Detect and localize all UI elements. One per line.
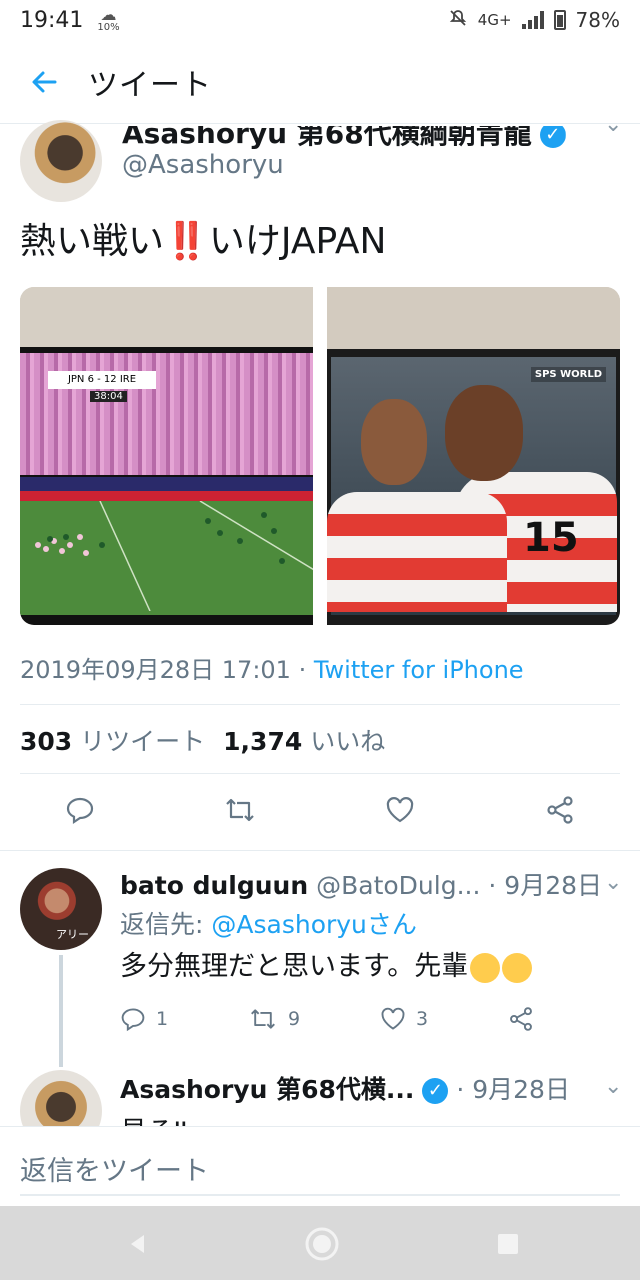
reply-icon	[66, 797, 94, 825]
double-exclamation-icon: ‼️	[164, 221, 209, 262]
like-button[interactable]	[380, 790, 420, 830]
tweet-media: JPN 6 - 12 IRE 38:04 15 SPS WORLD	[20, 287, 620, 625]
thread-connector	[59, 955, 63, 1067]
rofl-emoji-icon	[470, 952, 501, 983]
retweet-icon	[251, 1009, 275, 1029]
retweet-count: 303	[20, 727, 73, 756]
nav-home-button[interactable]	[304, 1226, 340, 1262]
reply-reply-button[interactable]: 1	[120, 1006, 168, 1032]
tweet-source-link[interactable]: Twitter for iPhone	[314, 656, 524, 684]
share-button[interactable]	[540, 790, 580, 830]
author-avatar[interactable]	[20, 120, 102, 202]
reply-menu-chevron-icon[interactable]: ⌄	[604, 1074, 622, 1099]
reply-author-name[interactable]: Asashoryu 第68代横...	[120, 1075, 414, 1104]
nav-recents-button[interactable]	[490, 1226, 526, 1262]
broadcaster-logo: SPS WORLD	[530, 367, 606, 382]
reply-date: · 9月28日	[488, 871, 603, 900]
divider	[0, 850, 640, 851]
meta-separator: ·	[290, 656, 314, 684]
tweet-timestamp-row: 2019年09月28日 17:01 · Twitter for iPhone	[20, 650, 524, 685]
reply-date: · 9月28日	[456, 1075, 570, 1104]
reply-compose-input[interactable]: 返信をツイート	[20, 1149, 209, 1188]
reply-actions: 1 9 3	[120, 1006, 560, 1040]
retweet-button[interactable]	[220, 790, 260, 830]
reply-text: 見る‼	[120, 1110, 187, 1126]
author-name-text: Asashoryu 第68代横綱朝青龍	[122, 117, 532, 150]
nav-home-icon	[305, 1227, 339, 1261]
tweet-text-tail: いけJAPAN	[208, 221, 387, 262]
reply-button[interactable]	[60, 790, 100, 830]
share-icon	[547, 796, 573, 824]
reply-menu-chevron-icon[interactable]: ⌄	[604, 870, 622, 895]
signal-icon	[521, 11, 544, 29]
status-bar: 19:41 ☁ 10% 4G+ 78%	[0, 0, 640, 40]
reply-like-button[interactable]: 3	[380, 1006, 428, 1032]
tweet-stats: 303 リツイート 1,374 いいね	[20, 722, 385, 758]
battery-percent: 78%	[575, 8, 620, 32]
tweet-text-main: 熱い戦い	[20, 221, 165, 262]
reply-text: 多分無理だと思います。先輩	[120, 944, 533, 983]
avatar-caption: アリー	[56, 928, 89, 941]
reply-retweet-count: 9	[288, 1008, 301, 1030]
status-time: 19:41	[20, 7, 84, 33]
page-title: ツイート	[88, 67, 212, 103]
like-count: 1,374	[223, 727, 303, 756]
nav-back-icon	[131, 1235, 144, 1253]
thinking-emoji-icon	[502, 952, 533, 983]
jersey-number: 15	[523, 515, 579, 561]
network-type: 4G+	[477, 11, 512, 29]
reply-to-handle[interactable]: @Asashoryuさん	[211, 910, 417, 939]
verified-icon: ✓	[539, 126, 566, 148]
retweet-label: リツイート	[80, 727, 206, 756]
author-name[interactable]: Asashoryu 第68代横綱朝青龍 ✓	[122, 117, 566, 152]
tweet-text: 熱い戦い‼️いけJAPAN	[20, 212, 386, 264]
reply-to-line: 返信先: @Asashoryuさん	[120, 905, 417, 941]
reply-like-count: 3	[416, 1008, 429, 1030]
reply-header: Asashoryu 第68代横... ✓ · 9月28日	[120, 1070, 570, 1106]
tweet-author: Asashoryu 第68代横綱朝青龍 ✓ @Asashoryu	[20, 112, 620, 202]
share-icon	[510, 1007, 532, 1031]
tweet-actions	[0, 790, 640, 836]
author-handle[interactable]: @Asashoryu	[122, 150, 284, 180]
verified-icon: ✓	[422, 1078, 449, 1104]
reply-author-handle[interactable]: @BatoDulg...	[316, 871, 480, 900]
battery-icon	[553, 10, 566, 30]
back-arrow-icon	[32, 71, 57, 92]
weather-percent: 10%	[97, 22, 120, 33]
reply-retweet-button[interactable]: 9	[248, 1006, 300, 1032]
reply-avatar[interactable]: アリー	[20, 868, 102, 950]
tweet-timestamp: 2019年09月28日 17:01	[20, 656, 291, 684]
likes-stat[interactable]: 1,374 いいね	[223, 727, 385, 756]
reply-share-button[interactable]	[508, 1006, 534, 1032]
match-clock: 38:04	[90, 391, 127, 402]
divider	[20, 773, 620, 774]
like-label: いいね	[310, 727, 386, 756]
heart-icon	[386, 797, 414, 823]
nav-recents-icon	[498, 1234, 518, 1254]
reply-compose-bar: 返信をツイート	[0, 1126, 640, 1206]
reply-author-name[interactable]: bato dulguun	[120, 871, 308, 900]
back-button[interactable]	[0, 40, 88, 124]
weather-icon: ☁ 10%	[97, 5, 120, 33]
tweet-photo-1[interactable]: JPN 6 - 12 IRE 38:04	[20, 287, 313, 625]
reply-count: 1	[156, 1008, 169, 1030]
reply-icon	[121, 1008, 145, 1032]
reply-text-body: 多分無理だと思います。先輩	[120, 951, 469, 982]
retweet-icon	[226, 798, 254, 822]
scoreboard: JPN 6 - 12 IRE	[48, 371, 156, 389]
tweet-photo-2[interactable]: 15 SPS WORLD	[327, 287, 620, 625]
mute-icon	[448, 8, 468, 33]
nav-back-button[interactable]	[120, 1226, 156, 1262]
compose-underline	[20, 1194, 620, 1196]
android-nav-bar	[0, 1206, 640, 1280]
heart-icon	[381, 1007, 405, 1030]
reply-to-label: 返信先:	[120, 910, 212, 939]
tweet-menu-chevron-icon[interactable]: ⌄	[604, 112, 622, 137]
retweets-stat[interactable]: 303 リツイート	[20, 727, 205, 756]
divider	[20, 704, 620, 705]
reply-header: bato dulguun @BatoDulg... · 9月28日	[120, 866, 602, 902]
